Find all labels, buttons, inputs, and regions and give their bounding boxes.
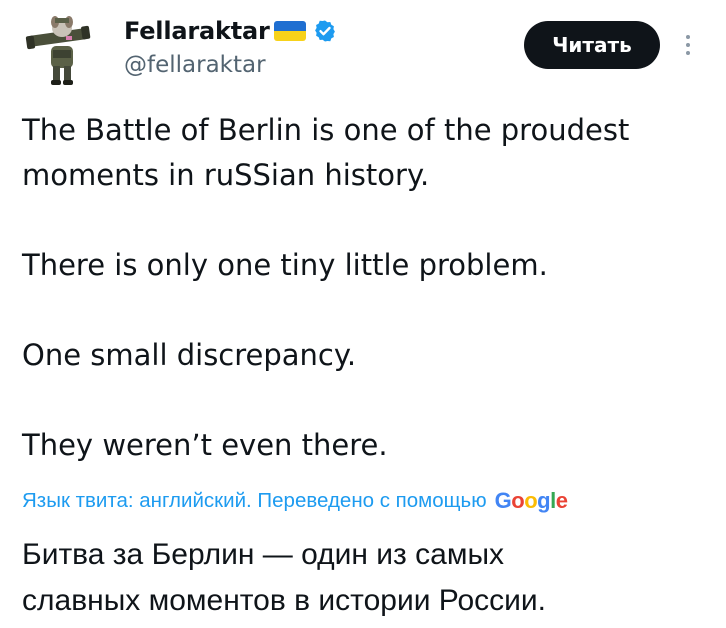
author-avatar[interactable]: [22, 10, 102, 90]
tweet-line: moments in ruSSian history.: [22, 158, 430, 192]
avatar-image: [22, 10, 102, 90]
vertical-ellipsis-icon: [686, 35, 690, 55]
more-options-button[interactable]: [678, 30, 698, 60]
tweet-line: They weren’t even there.: [22, 428, 388, 462]
author-display-name: Fellaraktar: [124, 17, 270, 45]
verified-badge-icon: [314, 20, 335, 42]
tweet-line: The Battle of Berlin is one of the proud…: [22, 113, 630, 147]
translation-notice[interactable]: Язык твита: английский. Переведено с пом…: [22, 486, 568, 516]
author-handle[interactable]: @fellaraktar: [124, 52, 266, 78]
translation-note: Язык твита: английский. Переведено с пом…: [22, 489, 487, 512]
translated-line: Битва за Берлин — один из самых: [22, 538, 505, 571]
ukraine-flag-icon: [273, 21, 306, 41]
tweet-text: The Battle of Berlin is one of the proud…: [22, 108, 712, 468]
tweet-line: One small discrepancy.: [22, 338, 357, 372]
author-name-row[interactable]: Fellaraktar: [124, 14, 337, 48]
translated-line: славных моментов в истории России.: [22, 584, 547, 617]
google-logo: Google: [494, 488, 568, 513]
tweet-line: There is only one tiny little problem.: [22, 248, 548, 282]
follow-button[interactable]: Читать: [524, 21, 660, 69]
tweet-header: Fellaraktar @fellaraktar Читать: [0, 0, 726, 100]
translated-text: Битва за Берлин — один из самых славных …: [22, 532, 712, 624]
